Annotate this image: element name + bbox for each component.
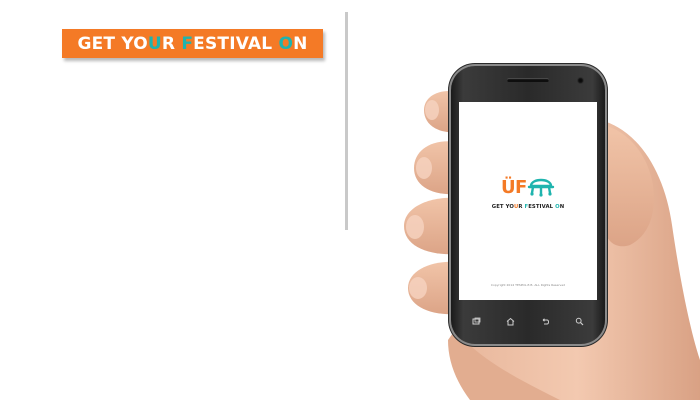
- ufo-logo: Ü F: [501, 176, 555, 197]
- phone-screen: Ü F GET YOUR FESTIVAL ON Copyright 2014 …: [459, 102, 597, 300]
- screen-tagline: GET YOUR FESTIVAL ON: [491, 204, 565, 210]
- ufo-saucer-icon: [527, 178, 555, 196]
- phone-nav-bar: [459, 312, 597, 330]
- copyright-text: Copyright 2014 TESPOL.E.B. ALL Rights Re…: [490, 283, 566, 287]
- search-icon: [576, 317, 584, 325]
- recent-apps-button[interactable]: [470, 315, 482, 327]
- back-icon: [542, 317, 549, 324]
- smartphone: Ü F GET YOUR FESTIVAL ON Copyright 2014 …: [451, 66, 605, 344]
- back-button[interactable]: [539, 315, 551, 327]
- recent-apps-icon: [472, 317, 481, 324]
- home-icon: [506, 317, 515, 325]
- logo-letter-u: Ü: [501, 176, 516, 197]
- earpiece: [507, 78, 549, 82]
- logo-letter-f: F: [515, 177, 527, 197]
- search-button[interactable]: [574, 315, 586, 327]
- front-camera: [577, 77, 584, 84]
- home-button[interactable]: [505, 315, 517, 327]
